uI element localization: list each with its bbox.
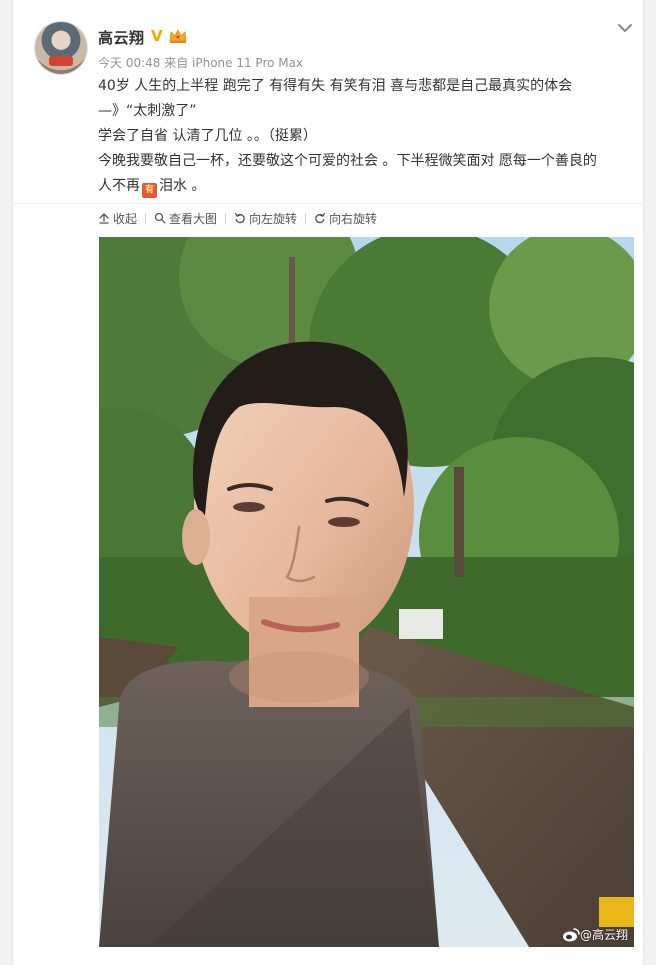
rotate-left-icon (234, 212, 245, 224)
selfie-image (99, 237, 634, 947)
toolbar-separator (225, 212, 227, 224)
avatar[interactable] (35, 22, 87, 74)
magnifier-icon (154, 212, 166, 224)
watermark-text: @高云翔 (579, 928, 628, 942)
avatar-detail (49, 56, 73, 66)
watermark: @高云翔 (562, 926, 628, 943)
image-toolbar: 收起 查看大图 向左旋转 向右旋转 (98, 208, 377, 228)
weibo-logo-icon (562, 927, 580, 941)
crown-icon (169, 29, 187, 43)
rotate-right-label: 向右旋转 (329, 211, 378, 226)
collapse-button[interactable]: 收起 (98, 210, 137, 227)
weibo-post-card: 高云翔 V 今天 00:48 来自 iPhone 11 Pro Max 40岁 … (12, 0, 644, 965)
post-line-5: 人不再有泪水 。 (98, 174, 638, 199)
rotate-right-button[interactable]: 向右旋转 (314, 210, 377, 227)
emoji-icon: 有 (142, 183, 157, 198)
verified-v-icon: V (151, 27, 163, 45)
collapse-label: 收起 (113, 211, 138, 226)
username[interactable]: 高云翔 (98, 27, 145, 48)
post-line-5-end: 泪水 。 (159, 178, 206, 194)
view-large-button[interactable]: 查看大图 (154, 210, 217, 227)
post-line-1: 40岁 人生的上半程 跑完了 有得有失 有笑有泪 喜与悲都是自己最真实的体会 (98, 78, 573, 94)
toolbar-separator (305, 212, 307, 224)
post-meta: 今天 00:48 来自 iPhone 11 Pro Max (98, 56, 304, 70)
chevron-down-icon[interactable] (615, 18, 635, 38)
collapse-icon (99, 213, 109, 224)
rotate-right-icon (315, 212, 326, 224)
divider (13, 203, 643, 204)
view-large-label: 查看大图 (169, 211, 218, 226)
post-photo[interactable]: @高云翔 (99, 237, 634, 947)
rotate-left-button[interactable]: 向左旋转 (234, 210, 297, 227)
post-line-2: —》“太刺激了” (98, 103, 197, 119)
post-line-3: 学会了自省 认清了几位 。。（挺累） (98, 128, 317, 144)
rotate-left-label: 向左旋转 (249, 211, 298, 226)
post-line-4: 今晚我要敬自己一杯，还要敬这个可爱的社会 。下半程微笑面对 愿每一个善良的 (98, 153, 597, 169)
post-line-5-start: 人不再 (98, 178, 140, 194)
post-text: 40岁 人生的上半程 跑完了 有得有失 有笑有泪 喜与悲都是自己最真实的体会 —… (98, 74, 638, 199)
toolbar-separator (145, 212, 147, 224)
